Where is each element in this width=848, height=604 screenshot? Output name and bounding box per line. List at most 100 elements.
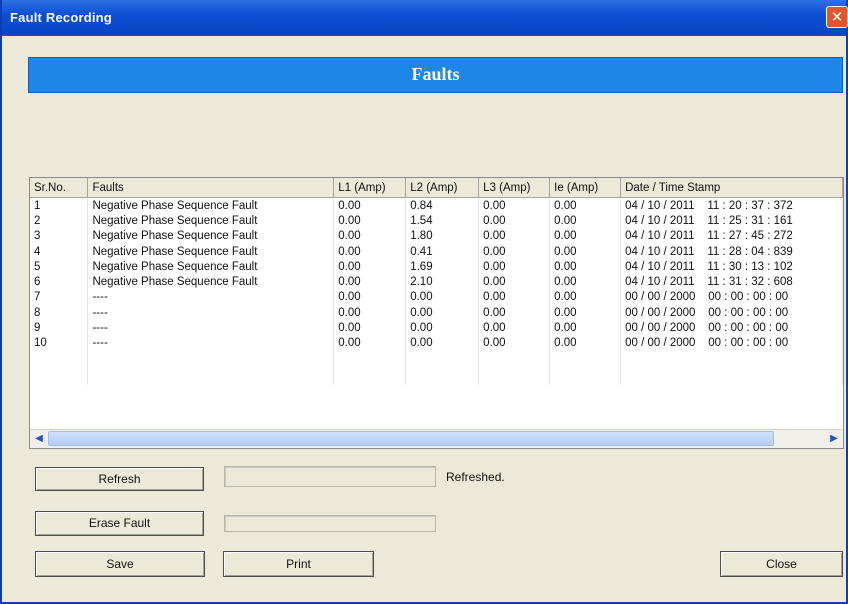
table-cell: 0.00 <box>549 228 622 244</box>
table-row[interactable]: 7 ---- 0.00 0.00 0.00 0.00 00 / 00 / 2000 00 :… <box>30 289 843 306</box>
empty-cell <box>87 367 335 385</box>
table-cell: 0.00 <box>405 289 480 306</box>
table-cell: 7 <box>30 289 89 306</box>
table-cell: 0.00 <box>333 213 407 229</box>
empty-row <box>30 367 843 385</box>
column-header[interactable]: L1 (Amp) <box>333 178 407 198</box>
empty-cell <box>333 367 407 385</box>
table-cell: 0.00 <box>478 213 551 229</box>
close-button[interactable]: Close <box>720 551 843 577</box>
empty-cell <box>333 350 407 368</box>
table-cell: Negative Phase Sequence Fault <box>87 213 335 229</box>
empty-cell <box>405 350 480 368</box>
table-cell: 3 <box>30 228 89 244</box>
table-cell: 0.84 <box>405 197 480 214</box>
table-row[interactable]: 1 Negative Phase Sequence Fault 0.00 0.84 0.… <box>30 197 843 214</box>
empty-cell <box>478 350 551 368</box>
empty-cell <box>549 367 622 385</box>
scrollbar-thumb[interactable] <box>48 431 774 446</box>
table-row[interactable]: 9 ---- 0.00 0.00 0.00 0.00 00 / 00 / 2000 00 :… <box>30 320 843 336</box>
table-cell: 04 / 10 / 2011 11 : 31 : 32 : 608 <box>620 274 843 290</box>
table-cell: 10 <box>30 335 89 351</box>
table-cell: 0.00 <box>549 243 622 260</box>
table-row[interactable]: 3 Negative Phase Sequence Fault 0.00 1.80 0.… <box>30 228 843 244</box>
horizontal-scrollbar[interactable]: ◀ ▶ <box>30 429 843 448</box>
faults-banner: Faults <box>28 57 843 93</box>
empty-cell <box>405 367 480 385</box>
table-cell: ---- <box>87 289 335 306</box>
table-cell: 0.00 <box>333 274 407 290</box>
table-cell: Negative Phase Sequence Fault <box>87 243 335 260</box>
table-row[interactable]: 5 Negative Phase Sequence Fault 0.00 1.69 0.… <box>30 259 843 275</box>
table-row[interactable]: 4 Negative Phase Sequence Fault 0.00 0.41 0.… <box>30 243 843 260</box>
empty-cell <box>87 350 335 368</box>
table-cell: 0.00 <box>478 228 551 244</box>
table-cell: 0.00 <box>549 197 622 214</box>
erase-fault-button[interactable]: Erase Fault <box>35 511 204 536</box>
table-cell: 8 <box>30 305 89 321</box>
table-cell: 0.00 <box>333 320 407 336</box>
table-cell: 0.00 <box>549 320 622 336</box>
table-cell: 04 / 10 / 2011 11 : 27 : 45 : 272 <box>620 228 843 244</box>
table-cell: 0.00 <box>478 197 551 214</box>
empty-cell <box>478 367 551 385</box>
fault-table: Sr.No. Faults L1 (Amp) L2 (Amp) L3 (Amp) Ie (… <box>30 178 843 385</box>
table-cell: 0.00 <box>549 274 622 290</box>
save-button[interactable]: Save <box>35 551 205 577</box>
table-cell: 0.00 <box>333 335 407 351</box>
table-cell: 0.00 <box>333 259 407 275</box>
print-button[interactable]: Print <box>223 551 374 577</box>
table-cell: 00 / 00 / 2000 00 : 00 : 00 : 00 <box>620 320 843 336</box>
table-row[interactable]: 2 Negative Phase Sequence Fault 0.00 1.54 0.… <box>30 213 843 229</box>
table-cell: 0.41 <box>405 243 480 260</box>
table-cell: 0.00 <box>333 228 407 244</box>
table-cell: 5 <box>30 259 89 275</box>
table-row[interactable]: 8 ---- 0.00 0.00 0.00 0.00 00 / 00 / 2000 00 :… <box>30 305 843 321</box>
table-cell: 2 <box>30 213 89 229</box>
table-cell: 0.00 <box>478 335 551 351</box>
refresh-button[interactable]: Refresh <box>35 467 204 491</box>
table-row[interactable]: 6 Negative Phase Sequence Fault 0.00 2.10 0.… <box>30 274 843 290</box>
table-cell: 1 <box>30 197 89 214</box>
table-cell: 0.00 <box>333 243 407 260</box>
table-cell: 00 / 00 / 2000 00 : 00 : 00 : 00 <box>620 305 843 321</box>
table-cell: 1.54 <box>405 213 480 229</box>
fault-table-grid[interactable]: Sr.No. Faults L1 (Amp) L2 (Amp) L3 (Amp) Ie (… <box>29 177 844 449</box>
table-row[interactable]: 10 ---- 0.00 0.00 0.00 0.00 00 / 00 / 2000 00 … <box>30 335 843 351</box>
arrow-left-icon[interactable]: ◀ <box>31 431 47 447</box>
table-cell: 4 <box>30 243 89 260</box>
column-header[interactable]: Sr.No. <box>30 178 89 198</box>
empty-cell <box>620 367 843 385</box>
empty-cell <box>549 350 622 368</box>
table-cell: 00 / 00 / 2000 00 : 00 : 00 : 00 <box>620 335 843 351</box>
table-cell: 0.00 <box>478 320 551 336</box>
table-cell: 04 / 10 / 2011 11 : 20 : 37 : 372 <box>620 197 843 214</box>
empty-cell <box>30 350 89 368</box>
table-cell: 1.69 <box>405 259 480 275</box>
empty-row <box>30 350 843 368</box>
table-cell: 0.00 <box>405 320 480 336</box>
table-cell: 04 / 10 / 2011 11 : 25 : 31 : 161 <box>620 213 843 229</box>
table-cell: Negative Phase Sequence Fault <box>87 197 335 214</box>
close-icon[interactable]: ✕ <box>826 6 848 28</box>
table-cell: 0.00 <box>333 289 407 306</box>
table-cell: 0.00 <box>549 213 622 229</box>
column-header[interactable]: L3 (Amp) <box>478 178 551 198</box>
arrow-right-icon[interactable]: ▶ <box>826 431 842 447</box>
empty-cell <box>620 350 843 368</box>
table-cell: 04 / 10 / 2011 11 : 28 : 04 : 839 <box>620 243 843 260</box>
table-cell: ---- <box>87 305 335 321</box>
table-cell: ---- <box>87 320 335 336</box>
column-header[interactable]: Date / Time Stamp <box>620 178 843 198</box>
table-cell: 00 / 00 / 2000 00 : 00 : 00 : 00 <box>620 289 843 306</box>
table-cell: 04 / 10 / 2011 11 : 30 : 13 : 102 <box>620 259 843 275</box>
table-header-row: Sr.No. Faults L1 (Amp) L2 (Amp) L3 (Amp) Ie (… <box>30 178 843 198</box>
column-header[interactable]: Faults <box>87 178 335 198</box>
refresh-progress-bar <box>224 466 436 487</box>
banner-title: Faults <box>411 64 460 84</box>
table-cell: 0.00 <box>333 197 407 214</box>
column-header[interactable]: Ie (Amp) <box>549 178 622 198</box>
table-cell: 0.00 <box>405 305 480 321</box>
table-cell: 0.00 <box>549 289 622 306</box>
column-header[interactable]: L2 (Amp) <box>405 178 480 198</box>
